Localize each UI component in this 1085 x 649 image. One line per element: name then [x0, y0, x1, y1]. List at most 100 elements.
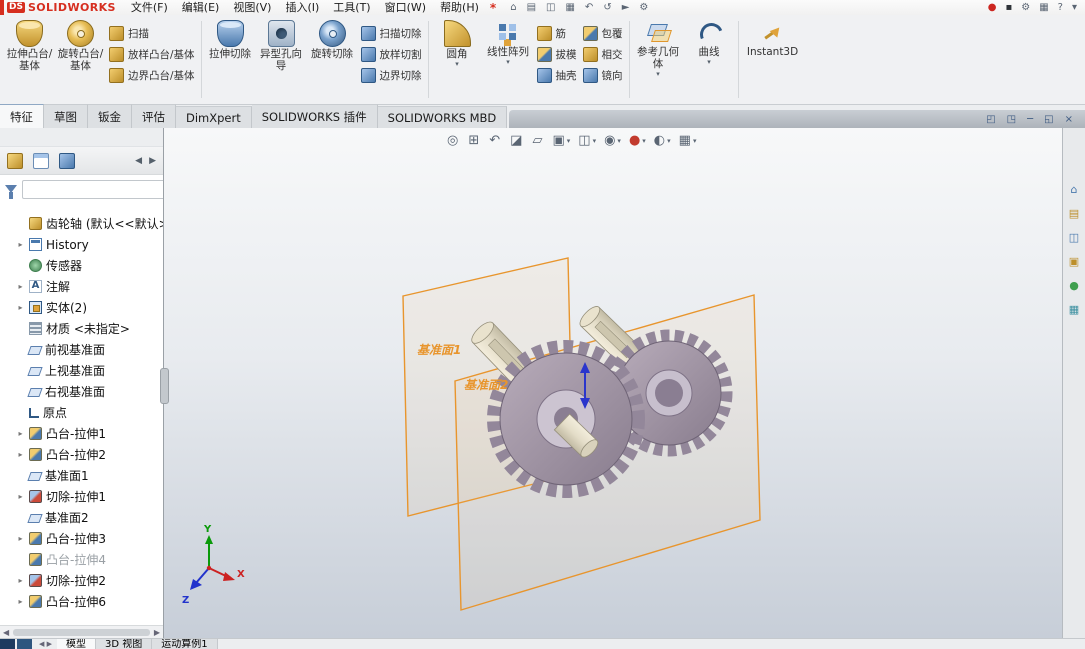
scroll-left-icon[interactable]: ◀: [3, 628, 9, 637]
edit-appearance-icon[interactable]: ● ▾: [629, 133, 646, 148]
revolved-cut-button[interactable]: 旋转切除: [307, 17, 358, 102]
boundary-boss-button[interactable]: 边界凸台/基体: [109, 68, 195, 83]
zoom-area-icon[interactable]: ⊞: [468, 133, 481, 148]
tree-item[interactable]: ▸ 凸台-拉伸1: [2, 423, 163, 444]
window-layout-icon[interactable]: ▦: [1039, 0, 1048, 15]
tree-horizontal-scrollbar[interactable]: ◀ ▶: [0, 625, 163, 638]
design-library-icon[interactable]: ▤: [1069, 207, 1079, 220]
command-tab[interactable]: 钣金: [88, 104, 132, 128]
rebuild-icon[interactable]: ↺: [603, 0, 611, 15]
panel-next-icon[interactable]: ▶: [149, 156, 156, 166]
open-document-icon[interactable]: ▤: [527, 0, 536, 15]
expander-icon[interactable]: ▸: [16, 597, 25, 606]
swept-cut-button[interactable]: 扫描切除: [360, 26, 422, 41]
tree-item[interactable]: 基准面1: [2, 465, 163, 486]
tree-item[interactable]: ▸ 切除-拉伸2: [2, 570, 163, 591]
extruded-boss-button[interactable]: 拉伸凸台/基体: [4, 17, 55, 102]
section-view-icon[interactable]: ◪: [510, 133, 524, 148]
home-icon[interactable]: ⌂: [1071, 183, 1078, 196]
propertymanager-tab-icon[interactable]: [33, 152, 49, 169]
configurationmanager-tab-icon[interactable]: [59, 152, 75, 169]
zoom-fit-icon[interactable]: ◎: [447, 133, 460, 148]
lofted-cut-button[interactable]: 放样切割: [360, 47, 422, 62]
chevron-down-icon[interactable]: ▾: [506, 58, 510, 66]
new-window-icon[interactable]: ◳: [1007, 114, 1016, 125]
expander-icon[interactable]: ▸: [16, 240, 25, 249]
tree-item[interactable]: ▸ 切除-拉伸1: [2, 486, 163, 507]
panel-splitter-handle[interactable]: [160, 368, 169, 404]
instant3d-button[interactable]: Instant3D: [742, 17, 804, 102]
expander-icon[interactable]: ▸: [16, 303, 25, 312]
featuremanager-tab-icon[interactable]: [7, 152, 23, 169]
apps-icon[interactable]: ▪: [1005, 0, 1012, 15]
view-palette-icon[interactable]: ▣: [1069, 255, 1079, 268]
command-tab[interactable]: 评估: [132, 104, 176, 128]
minimize-window-icon[interactable]: ─: [1027, 114, 1033, 125]
expander-icon[interactable]: ▸: [16, 534, 25, 543]
command-tab[interactable]: SOLIDWORKS 插件: [251, 104, 378, 128]
lofted-boss-button[interactable]: 放样凸台/基体: [109, 47, 195, 62]
wrap-button[interactable]: 包覆: [582, 26, 623, 41]
display-style-icon[interactable]: ◫ ▾: [578, 133, 596, 148]
chevron-down-icon[interactable]: ▾: [455, 60, 459, 68]
menu-item[interactable]: 帮助(H): [433, 0, 486, 15]
command-tab[interactable]: 草图: [44, 104, 88, 128]
expander-icon[interactable]: ▸: [16, 282, 25, 291]
options-icon[interactable]: ⚙: [639, 0, 648, 15]
help-icon[interactable]: ?: [1058, 0, 1063, 15]
tree-item[interactable]: 右视基准面: [2, 381, 163, 402]
revolved-boss-button[interactable]: 旋转凸台/基体: [55, 17, 106, 102]
tree-item[interactable]: 前视基准面: [2, 339, 163, 360]
tree-item[interactable]: 材质 <未指定>: [2, 318, 163, 339]
split-pane-icon[interactable]: ◰: [986, 114, 995, 125]
file-explorer-icon[interactable]: ◫: [1069, 231, 1079, 244]
print-icon[interactable]: ▦: [565, 0, 574, 15]
tree-item[interactable]: 凸台-拉伸4: [2, 549, 163, 570]
reference-geometry-button[interactable]: 参考几何体 ▾: [633, 17, 684, 102]
expander-icon[interactable]: ▸: [16, 576, 25, 585]
mirror-button[interactable]: 镜向: [582, 68, 623, 83]
hole-wizard-button[interactable]: 异型孔向导: [256, 17, 307, 102]
settings-icon[interactable]: ⚙: [1021, 0, 1030, 15]
save-icon[interactable]: ◫: [546, 0, 555, 15]
linear-pattern-button[interactable]: 线性阵列 ▾: [483, 17, 534, 102]
tree-item[interactable]: ▸ 实体(2): [2, 297, 163, 318]
scroll-right-icon[interactable]: ▶: [154, 628, 160, 637]
appearances-icon[interactable]: ●: [1069, 279, 1079, 292]
home-icon[interactable]: ⌂: [510, 0, 516, 15]
tree-item[interactable]: ▸ History: [2, 234, 163, 255]
tree-filter-input[interactable]: [22, 179, 163, 199]
scrollbar-thumb[interactable]: [13, 628, 150, 636]
previous-view-icon[interactable]: ↶: [489, 133, 502, 148]
extruded-cut-button[interactable]: 拉伸切除: [205, 17, 256, 102]
tree-item[interactable]: 传感器: [2, 255, 163, 276]
select-icon[interactable]: ►: [622, 0, 630, 15]
menu-item[interactable]: 窗口(W): [378, 0, 433, 15]
tree-item[interactable]: 上视基准面: [2, 360, 163, 381]
menu-item[interactable]: 文件(F): [124, 0, 175, 15]
hide-show-items-icon[interactable]: ◉ ▾: [604, 133, 621, 148]
menu-item[interactable]: 编辑(E): [175, 0, 227, 15]
tree-item[interactable]: 原点: [2, 402, 163, 423]
custom-properties-icon[interactable]: ▦: [1069, 303, 1079, 316]
command-tab[interactable]: 特征: [0, 104, 44, 128]
tree-item[interactable]: ▸ 注解: [2, 276, 163, 297]
presence-icon[interactable]: ●: [988, 0, 997, 15]
graphics-area[interactable]: ◎ ⊞ ↶ ◪ ▱ ▣ ▾ ◫ ▾ ◉ ▾ ● ▾ ◐ ▾ ▦ ▾ 基准面1 基…: [164, 128, 1062, 638]
solidworks-flyout-icon[interactable]: *: [490, 1, 496, 15]
command-tab[interactable]: DimXpert: [176, 106, 252, 128]
menu-item[interactable]: 视图(V): [226, 0, 278, 15]
view-settings-icon[interactable]: ▦ ▾: [679, 133, 697, 148]
3d-scene[interactable]: 基准面1 基准面2 Y X Z: [164, 128, 1062, 638]
expander-icon[interactable]: ▸: [16, 429, 25, 438]
boundary-cut-button[interactable]: 边界切除: [360, 68, 422, 83]
expander-icon[interactable]: ▸: [16, 492, 25, 501]
restore-window-icon[interactable]: ◱: [1044, 114, 1053, 125]
rib-button[interactable]: 筋: [536, 26, 577, 41]
fillet-button[interactable]: 圆角 ▾: [432, 17, 483, 102]
annotation-view-icon[interactable]: ▱: [532, 133, 544, 148]
close-window-icon[interactable]: ×: [1065, 114, 1073, 125]
expander-icon[interactable]: ▸: [16, 450, 25, 459]
tree-item[interactable]: ▸ 凸台-拉伸6: [2, 591, 163, 612]
view-orientation-icon[interactable]: ▣ ▾: [552, 133, 570, 148]
